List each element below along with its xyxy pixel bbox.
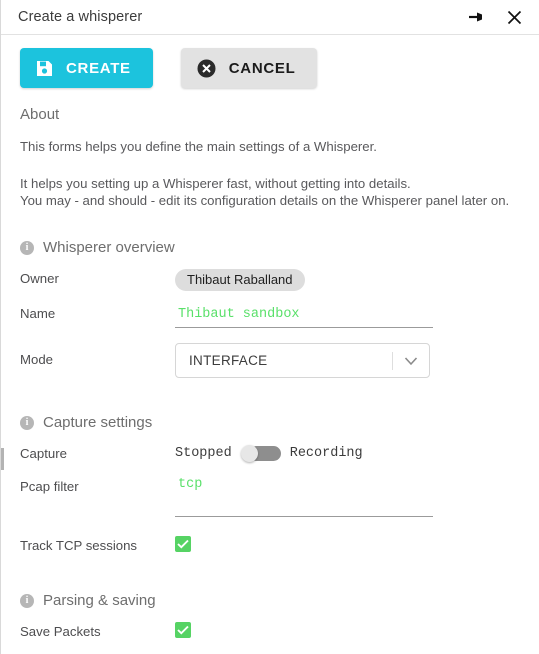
- create-whisperer-dialog: Create a whisperer CREATE CANCEL About T…: [0, 0, 539, 654]
- dialog-content: About This forms helps you define the ma…: [1, 106, 539, 654]
- save-packets-field: [175, 622, 539, 640]
- row-capture: Capture Stopped Recording: [20, 444, 539, 464]
- row-save-packets: Save Packets: [20, 622, 539, 642]
- dialog-actions: CREATE CANCEL: [1, 35, 539, 88]
- section-title-parsing-saving: Parsing & saving: [43, 592, 156, 609]
- toggle-on-label: Recording: [289, 446, 363, 461]
- row-mode: Mode INTERFACE: [20, 343, 539, 378]
- info-icon: i: [20, 240, 34, 255]
- dialog-title: Create a whisperer: [18, 9, 143, 25]
- track-tcp-sessions-field: [175, 536, 539, 554]
- mode-field: INTERFACE: [175, 343, 539, 378]
- create-button[interactable]: CREATE: [20, 48, 153, 88]
- owner-field: Thibaut Raballand: [175, 269, 539, 291]
- owner-label: Owner: [20, 271, 59, 286]
- section-title-whisperer-overview: Whisperer overview: [43, 239, 175, 256]
- mode-label: Mode: [20, 352, 53, 367]
- capture-toggle-group: Stopped Recording: [175, 444, 539, 462]
- info-icon: i: [20, 415, 34, 430]
- row-name: Name: [20, 304, 539, 328]
- section-header-parsing-saving: i Parsing & saving: [20, 592, 539, 609]
- create-button-label: CREATE: [66, 59, 131, 77]
- titlebar-controls: [465, 6, 525, 28]
- name-input[interactable]: [175, 307, 433, 328]
- track-tcp-sessions-checkbox[interactable]: [175, 536, 191, 552]
- track-tcp-sessions-label: Track TCP sessions: [20, 538, 138, 553]
- toggle-knob: [240, 445, 258, 462]
- row-owner: Owner Thibaut Raballand: [20, 269, 539, 291]
- pcap-filter-field: [175, 477, 539, 522]
- save-packets-label: Save Packets: [20, 624, 101, 639]
- panel-resize-handle[interactable]: [1, 448, 4, 470]
- cancel-button-label: CANCEL: [228, 59, 296, 77]
- capture-label: Capture: [20, 446, 67, 461]
- section-header-whisperer-overview: i Whisperer overview: [20, 239, 539, 256]
- name-field: [175, 304, 539, 328]
- dialog-titlebar: Create a whisperer: [1, 0, 539, 35]
- pcap-filter-input[interactable]: [175, 477, 433, 517]
- section-header-capture-settings: i Capture settings: [20, 414, 539, 431]
- chevron-down-icon[interactable]: [393, 356, 429, 366]
- pin-icon[interactable]: [465, 6, 487, 28]
- save-packets-checkbox[interactable]: [175, 622, 191, 638]
- row-track-tcp-sessions: Track TCP sessions: [20, 536, 539, 556]
- save-floppy-icon: [36, 60, 53, 77]
- section-title-capture-settings: Capture settings: [43, 414, 153, 431]
- name-label: Name: [20, 306, 56, 321]
- row-pcap-filter: Pcap filter: [20, 477, 539, 522]
- pcap-filter-label: Pcap filter: [20, 479, 79, 494]
- about-paragraph-2-line-1: It helps you setting up a Whisperer fast…: [20, 176, 411, 191]
- cancel-button[interactable]: CANCEL: [180, 48, 318, 88]
- mode-select[interactable]: INTERFACE: [175, 343, 430, 378]
- capture-field: Stopped Recording: [175, 444, 539, 462]
- capture-toggle[interactable]: [240, 445, 281, 462]
- about-heading: About: [20, 106, 60, 123]
- about-paragraph-2-line-2: You may - and should - edit its configur…: [20, 193, 510, 208]
- cancel-circle-x-icon: [197, 59, 216, 78]
- about-paragraph-1: This forms helps you define the main set…: [20, 139, 377, 154]
- toggle-off-label: Stopped: [175, 446, 232, 461]
- mode-select-value: INTERFACE: [189, 353, 268, 368]
- close-icon[interactable]: [503, 6, 525, 28]
- info-icon: i: [20, 593, 34, 608]
- owner-chip[interactable]: Thibaut Raballand: [175, 269, 305, 291]
